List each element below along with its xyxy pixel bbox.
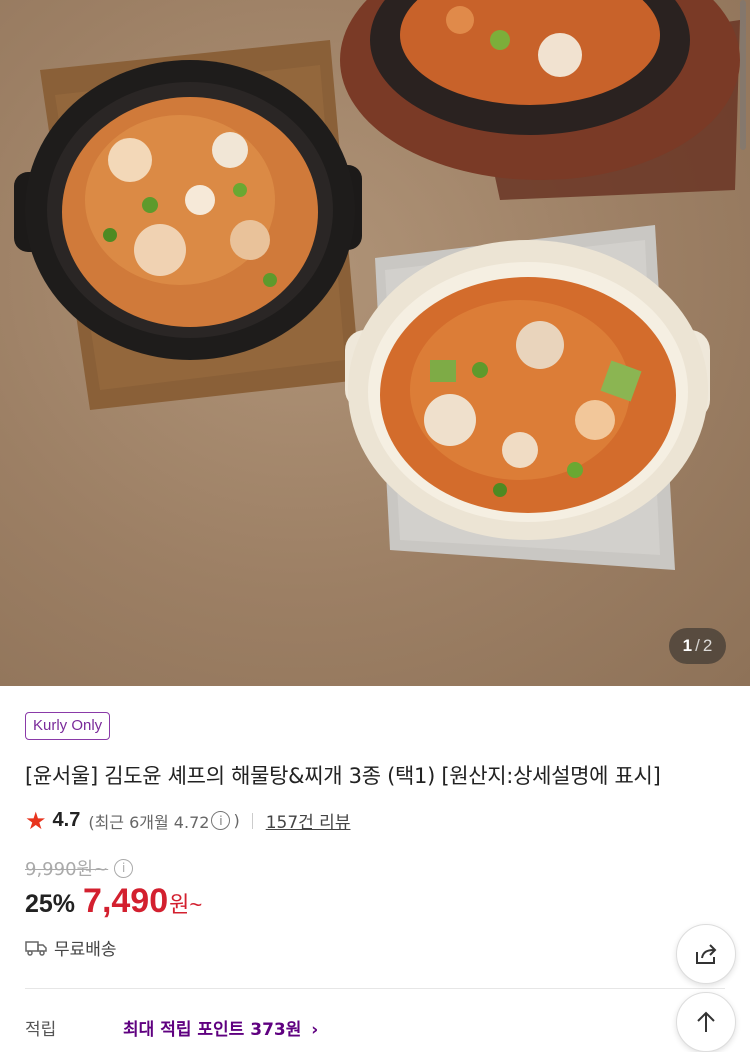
truck-icon: [25, 940, 47, 956]
product-image[interactable]: 1 / 2: [0, 0, 750, 686]
sale-price-row: 25% 7,490 원~: [25, 882, 202, 921]
product-title: [윤서울] 김도윤 셰프의 해물탕&찌개 3종 (택1) [원산지:상세설명에 …: [25, 764, 661, 788]
info-icon[interactable]: i: [211, 811, 231, 830]
product-photo: [14, 0, 740, 570]
original-price-row: 9,990원~ i: [25, 855, 134, 881]
info-icon[interactable]: i: [114, 858, 134, 878]
recent-rating-text: (최근 6개월 4.72: [88, 812, 210, 832]
points-row: 적립 최대 적립 포인트 373원 ›: [25, 1015, 318, 1040]
recent-rating-close: ): [233, 811, 240, 830]
image-counter-total: 2: [702, 636, 713, 655]
scroll-to-top-button[interactable]: [676, 992, 736, 1052]
star-icon: ★: [25, 806, 47, 835]
points-value-text: 최대 적립 포인트 373원: [123, 1020, 302, 1040]
rating-score: 4.7: [52, 809, 81, 831]
review-link[interactable]: 157건 리뷰: [266, 808, 351, 833]
shipping-text: 무료배송: [54, 940, 117, 960]
kurly-only-badge: Kurly Only: [25, 712, 111, 740]
rating-row: ★ 4.7 (최근 6개월 4.72 i ) 157건 리뷰: [25, 806, 351, 835]
points-label: 적립: [25, 1020, 57, 1040]
scrollbar[interactable]: [740, 0, 746, 150]
sale-price-unit: 원~: [169, 892, 203, 917]
arrow-up-icon: [697, 1011, 715, 1032]
image-counter: 1 / 2: [669, 628, 726, 664]
section-divider: [25, 988, 725, 989]
divider: [251, 812, 253, 829]
image-counter-current: 1: [682, 636, 693, 655]
original-price: 9,990원~: [25, 859, 109, 880]
points-value[interactable]: 최대 적립 포인트 373원 ›: [123, 1015, 318, 1040]
discount-rate: 25%: [25, 890, 76, 918]
shipping-row: 무료배송: [25, 935, 117, 960]
share-icon: [696, 944, 717, 964]
share-button[interactable]: [676, 924, 736, 984]
image-counter-separator: /: [695, 636, 700, 655]
chevron-right-icon: ›: [311, 1020, 319, 1040]
sale-price: 7,490: [83, 882, 169, 920]
